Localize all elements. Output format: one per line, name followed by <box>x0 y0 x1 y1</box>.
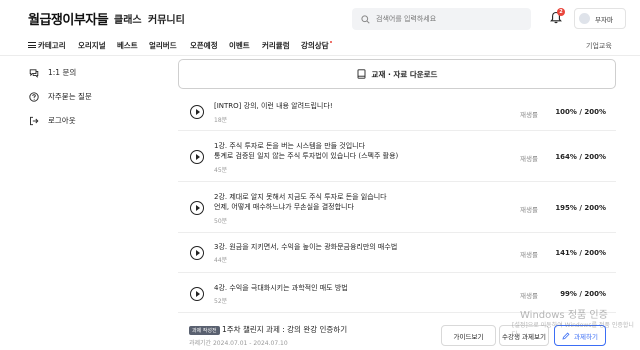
nav-coming-soon[interactable]: 오픈예정 <box>190 40 218 51</box>
menu-icon <box>28 42 36 48</box>
lesson-progress: 100% / 200% <box>555 108 606 116</box>
corporate-education-link[interactable]: 기업교육 <box>586 41 612 51</box>
nav-curriculum[interactable]: 커리큘럼 <box>262 40 290 51</box>
lesson-title: 1강. 주식 투자로 돈을 버는 시스템을 만들 것입니다 <box>214 142 366 150</box>
top-header: 월급쟁이부자들 클래스 커뮤니티 2 부자마 <box>0 0 640 36</box>
lesson-title: 3강. 원금을 지키면서, 수익을 높이는 광화문금융리만의 매수법 <box>214 243 398 251</box>
lesson-row[interactable]: [INTRO] 강의, 이런 내용 알려드립니다! 18분 재생률 100% /… <box>178 94 616 131</box>
lesson-row[interactable]: 3강. 원금을 지키면서, 수익을 높이는 광화문금융리만의 매수법 44분 재… <box>178 233 616 273</box>
lesson-title: 4강. 수익을 극대화시키는 과학적인 매도 방법 <box>214 284 348 292</box>
nav-earlybird[interactable]: 얼리버드 <box>149 40 177 51</box>
lesson-progress: 141% / 200% <box>555 249 606 257</box>
lesson-status: 재생률 <box>520 155 538 163</box>
windows-activation-subtitle: [설정]으로 이동하여 Windows를 정품 인증합니다. <box>512 322 634 338</box>
lesson-row[interactable]: 2강. 제대로 알지 못해서 지금도 주식 투자로 돈을 잃습니다 언제, 어떻… <box>178 182 616 233</box>
lesson-progress: 195% / 200% <box>555 204 606 212</box>
book-icon <box>357 69 365 79</box>
search-input[interactable] <box>376 15 516 23</box>
play-icon[interactable] <box>190 201 204 215</box>
lesson-duration: 50분 <box>214 218 228 225</box>
lesson-row[interactable]: 1강. 주식 투자로 돈을 버는 시스템을 만들 것입니다 통계로 검증된 일지… <box>178 131 616 182</box>
question-circle-icon <box>29 91 39 102</box>
sidebar-item-logout[interactable]: 로그아웃 <box>29 115 76 126</box>
windows-activation-watermark: Windows 정품 인증 <box>520 310 608 321</box>
sidebar-item-label: 자주묻는 질문 <box>48 92 92 101</box>
nav-category[interactable]: 카테고리 <box>28 40 66 51</box>
lesson-status: 재생률 <box>520 251 538 259</box>
lesson-title: [INTRO] 강의, 이런 내용 알려드립니다! <box>214 102 333 110</box>
assignment-title: 1주차 챌린지 과제 : 강의 완강 인증하기 <box>222 325 348 334</box>
nav-community[interactable]: 커뮤니티 <box>148 11 185 26</box>
notification-badge: 2 <box>557 8 565 16</box>
sidebar-item-label: 1:1 문의 <box>48 68 77 77</box>
play-icon[interactable] <box>190 105 204 119</box>
user-name: 부자마 <box>595 15 613 24</box>
lesson-duration: 44분 <box>214 257 228 264</box>
sidebar-item-inquiry[interactable]: 1:1 문의 <box>29 67 76 78</box>
lesson-title: 2강. 제대로 알지 못해서 지금도 주식 투자로 돈을 잃습니다 <box>214 193 387 201</box>
search-box[interactable] <box>352 8 531 30</box>
site-logo[interactable]: 월급쟁이부자들 <box>28 9 109 28</box>
lesson-status: 재생률 <box>520 206 538 214</box>
user-menu[interactable]: 부자마 <box>574 8 626 29</box>
nav-best[interactable]: 베스트 <box>117 40 138 51</box>
download-label: 교재 · 자료 다운로드 <box>371 69 438 79</box>
download-materials-button[interactable]: 교재 · 자료 다운로드 <box>178 59 616 89</box>
avatar <box>579 13 590 24</box>
lesson-duration: 18분 <box>214 117 228 124</box>
lesson-duration: 52분 <box>214 298 228 305</box>
lesson-progress: 164% / 200% <box>555 153 606 161</box>
guide-button[interactable]: 가이드보기 <box>441 325 496 346</box>
lesson-subtitle: 통계로 검증된 일지 않는 주식 투자법이 있습니다 (스펙주 활용) <box>214 152 399 160</box>
nav-class[interactable]: 클래스 <box>114 11 142 26</box>
lesson-subtitle: 언제, 어떻게 매수하느냐가 무손실을 결정합니다 <box>214 203 354 211</box>
nav-consulting[interactable]: 강의상담 <box>301 40 333 51</box>
chat-bubble-icon <box>29 68 39 78</box>
new-dot <box>329 40 333 43</box>
lesson-status: 재생률 <box>520 111 538 119</box>
nav-consulting-label: 강의상담 <box>301 41 329 50</box>
assignment-status-badge: 과제 작성전 <box>189 326 220 335</box>
play-icon[interactable] <box>190 150 204 164</box>
play-icon[interactable] <box>190 287 204 301</box>
nav-event[interactable]: 이벤트 <box>229 40 250 51</box>
assignment-period: 과제기간 2024.07.01 - 2024.07.10 <box>189 340 288 347</box>
category-nav: 카테고리 오리지널 베스트 얼리버드 오픈예정 이벤트 커리큘럼 강의상담 <box>0 36 640 56</box>
lesson-duration: 45분 <box>214 167 228 174</box>
play-icon[interactable] <box>190 246 204 260</box>
lesson-progress: 99% / 200% <box>560 290 606 298</box>
sidebar-item-label: 로그아웃 <box>48 116 76 125</box>
sidebar-item-faq[interactable]: 자주묻는 질문 <box>29 91 92 102</box>
nav-category-label: 카테고리 <box>38 41 66 50</box>
lesson-status: 재생률 <box>520 292 538 300</box>
search-icon <box>361 14 370 24</box>
nav-original[interactable]: 오리지널 <box>78 40 106 51</box>
logout-icon <box>30 116 39 125</box>
